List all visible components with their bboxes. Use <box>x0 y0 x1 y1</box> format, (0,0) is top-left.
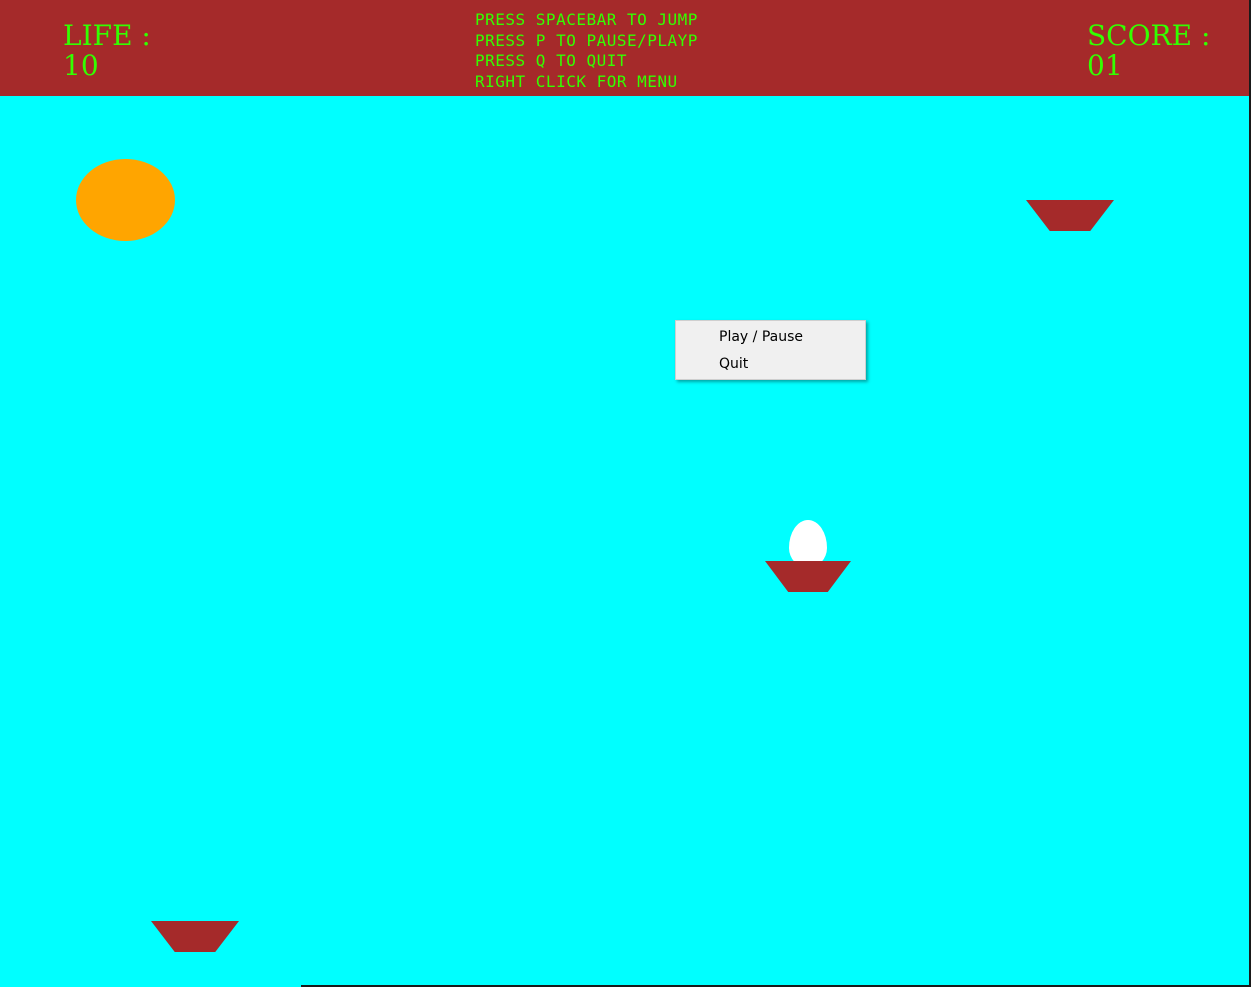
platform <box>151 921 239 952</box>
menu-item-play-pause[interactable]: Play / Pause <box>678 324 863 350</box>
instruction-menu: RIGHT CLICK FOR MENU <box>475 72 678 92</box>
score-label: SCORE : <box>1087 19 1211 52</box>
life-label: LIFE : <box>63 19 151 52</box>
instruction-jump: PRESS SPACEBAR TO JUMP <box>475 10 698 29</box>
game-canvas[interactable]: LIFE : 10 PRESS SPACEBAR TO JUMP PRESS P… <box>0 0 1249 985</box>
sun <box>76 159 175 241</box>
menu-item-quit[interactable]: Quit <box>678 351 863 377</box>
score-value: 01 <box>1087 49 1123 82</box>
platform <box>1026 200 1114 231</box>
life-value: 10 <box>63 49 99 82</box>
egg-player <box>789 520 827 568</box>
context-menu: Play / Pause Quit <box>675 320 866 380</box>
instruction-pause: PRESS P TO PAUSE/PLAYP <box>475 30 698 50</box>
instruction-quit: PRESS Q TO QUIT <box>475 51 627 71</box>
hud-bar: LIFE : 10 PRESS SPACEBAR TO JUMP PRESS P… <box>0 0 1249 96</box>
instructions-list: PRESS SPACEBAR TO JUMP PRESS P TO PAUSE/… <box>475 10 698 93</box>
platform <box>765 561 851 592</box>
